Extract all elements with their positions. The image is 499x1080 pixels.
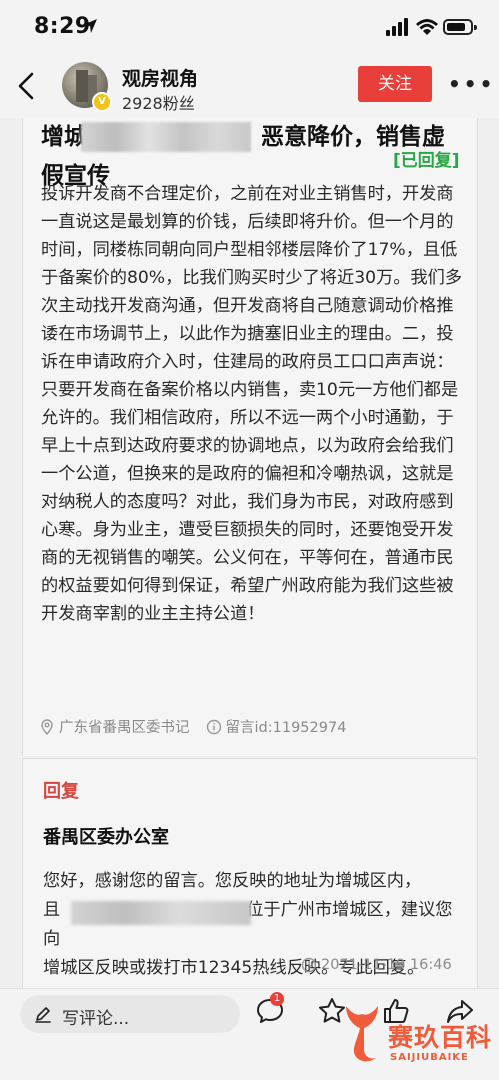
reply-timestamp: 2021-11-19 16:46 bbox=[301, 957, 452, 973]
pen-icon bbox=[35, 1007, 51, 1023]
reply-organization: 番禺区委办公室 bbox=[43, 827, 169, 848]
reply-time-text: 2021-11-19 16:46 bbox=[321, 957, 452, 973]
watermark: 赛玖百科 SAIJIUBAIKE bbox=[340, 1000, 499, 1070]
screen: 8:29 V 观房视角 2928粉丝 关注 ••• 增城 恶意降价，销售虚 假宣… bbox=[0, 0, 499, 1080]
message-id: 留言id:11952974 bbox=[225, 720, 347, 736]
wifi-icon bbox=[416, 19, 438, 35]
back-button[interactable] bbox=[12, 66, 44, 106]
complaint-location: 广东省番禺区委书记 bbox=[59, 720, 190, 736]
reply-label: 回复 bbox=[43, 781, 79, 802]
signal-icon bbox=[386, 18, 408, 36]
reply-line-2-prefix: 且 bbox=[43, 900, 61, 920]
watermark-text: 赛玖百科 bbox=[388, 1023, 493, 1052]
reply-line-1: 您好，感谢您的留言。您反映的地址为增城区内， bbox=[43, 871, 422, 891]
verified-badge: V bbox=[92, 92, 112, 112]
complaint-meta: 广东省番禺区委书记 留言id:11952974 bbox=[39, 716, 346, 738]
more-options-button[interactable]: ••• bbox=[448, 72, 492, 96]
replied-status-tag: [已回复] bbox=[393, 151, 460, 171]
comment-count-badge: 1 bbox=[270, 992, 284, 1006]
header: V 观房视角 2928粉丝 关注 ••• bbox=[0, 56, 499, 118]
redaction-blur bbox=[71, 901, 251, 925]
battery-icon bbox=[443, 19, 477, 35]
location-pin-icon bbox=[41, 718, 53, 735]
redaction-blur bbox=[81, 122, 251, 152]
info-icon bbox=[206, 719, 221, 734]
comment-placeholder: 写评论... bbox=[62, 1009, 130, 1029]
account-name[interactable]: 观房视角 bbox=[122, 64, 198, 91]
watermark-subtext: SAIJIUBAIKE bbox=[390, 1052, 469, 1063]
comment-input[interactable]: 写评论... bbox=[20, 995, 240, 1033]
location-arrow-icon bbox=[83, 19, 97, 33]
whale-tail-logo-icon bbox=[346, 1006, 378, 1062]
clock-icon bbox=[301, 957, 317, 973]
complaint-body: 投诉开发商不合理定价，之前在对业主销售时，开发商一直说这是最划算的价钱，后续即将… bbox=[41, 184, 463, 624]
reply-card: 回复 番禺区委办公室 您好，感谢您的留言。您反映的地址为增城区内， 且位于广州市… bbox=[22, 758, 478, 988]
complaint-card: 增城 恶意降价，销售虚 假宣传 [已回复] 投诉开发商不合理定价，之前在对业主销售… bbox=[22, 118, 478, 756]
status-bar: 8:29 bbox=[0, 0, 499, 56]
follow-button[interactable]: 关注 bbox=[358, 66, 432, 102]
follower-count: 2928粉丝 bbox=[122, 94, 195, 113]
